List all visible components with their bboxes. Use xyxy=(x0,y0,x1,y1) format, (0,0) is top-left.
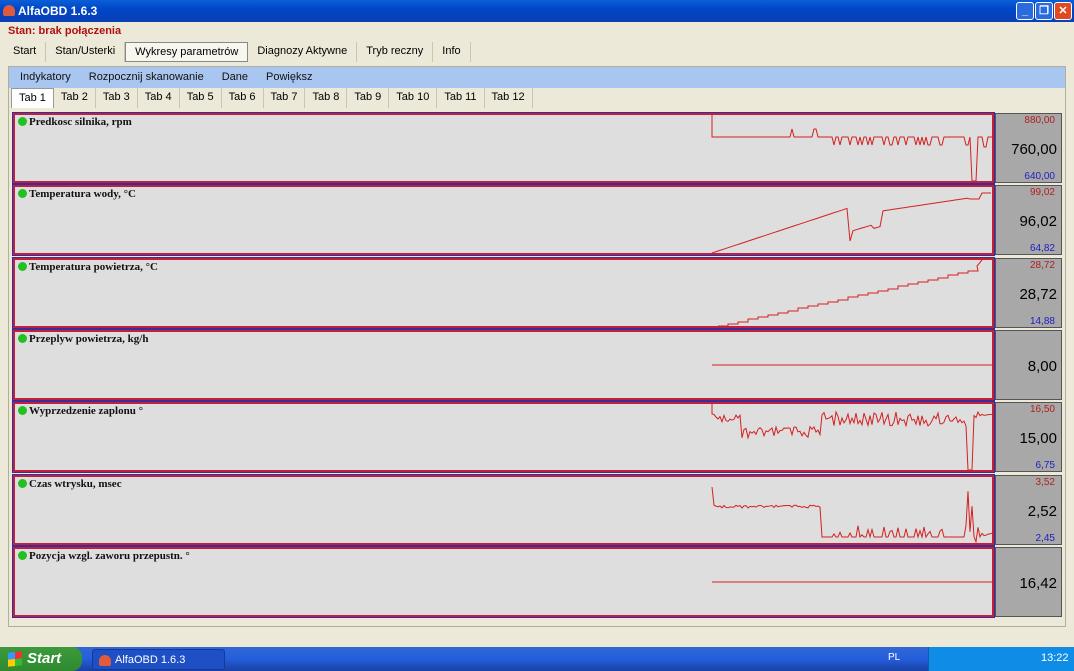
app-icon xyxy=(99,655,111,666)
main-menu-item[interactable]: Start xyxy=(4,42,47,62)
chart-trace xyxy=(718,259,983,326)
chart-panel: Wyprzedzenie zaplonu ° xyxy=(12,401,995,474)
start-label: Start xyxy=(27,650,62,667)
current-value: 16,42 xyxy=(1019,574,1057,592)
chart-panel: Predkosc silnika, rpm xyxy=(12,112,995,184)
maximize-button[interactable]: ❐ xyxy=(1035,2,1053,20)
minimize-button[interactable]: _ xyxy=(1016,2,1034,20)
tab-2[interactable]: Tab 2 xyxy=(54,88,96,108)
close-button[interactable]: ✕ xyxy=(1054,2,1072,20)
trace-line xyxy=(711,115,992,181)
tab-11[interactable]: Tab 11 xyxy=(437,88,485,108)
taskbar: Start AlfaOBD 1.6.3 PL 13:22 xyxy=(0,647,1074,671)
taskbar-app-label: AlfaOBD 1.6.3 xyxy=(115,654,186,666)
tab-10[interactable]: Tab 10 xyxy=(389,88,438,108)
min-value: 14,88 xyxy=(1029,315,1055,327)
min-value: 2,45 xyxy=(1035,532,1055,544)
current-value: 15,00 xyxy=(1019,430,1057,448)
max-value: 99,02 xyxy=(1029,187,1055,199)
chart-panel: Temperatura powietrza, °C xyxy=(12,256,995,329)
min-value: 640,00 xyxy=(1024,171,1055,182)
main-menu-item[interactable]: Info xyxy=(433,42,471,62)
chart-trace xyxy=(711,486,992,543)
chart-panel: Czas wtrysku, msec xyxy=(12,473,995,546)
sub-menu-item[interactable]: Rozpocznij skanowanie xyxy=(80,67,213,88)
system-tray: 13:22 xyxy=(928,647,1074,671)
value-box: 16,50 15,00 6,75 xyxy=(995,402,1062,473)
sub-menu-item[interactable]: Indykatory xyxy=(11,67,80,88)
current-value: 28,72 xyxy=(1019,285,1057,303)
sub-menu-item[interactable]: Dane xyxy=(213,67,257,88)
chart-panel: Przeplyw powietrza, kg/h xyxy=(12,328,995,401)
trace-line xyxy=(711,404,992,471)
main-menu-item[interactable]: Stan/Usterki xyxy=(46,42,126,62)
chart-trace xyxy=(711,192,991,254)
max-value: 3,52 xyxy=(1035,476,1055,488)
max-value: 880,00 xyxy=(1024,115,1055,126)
chart-trace xyxy=(711,404,992,471)
main-menu-item[interactable]: Diagnozy Aktywne xyxy=(248,42,358,62)
chart-trace xyxy=(712,364,992,366)
value-box: 3,52 2,52 2,45 xyxy=(995,474,1062,545)
sub-menu: Indykatory Rozpocznij skanowanie Dane Powię… xyxy=(9,67,1065,88)
main-menu: Start Stan/Usterki Wykresy parametrów Diagn… xyxy=(4,42,471,62)
chart-trace xyxy=(712,581,992,583)
min-value: 64,82 xyxy=(1029,243,1055,255)
value-box: 99,02 96,02 64,82 xyxy=(995,185,1062,256)
language-indicator[interactable]: PL xyxy=(888,652,900,663)
tab-7[interactable]: Tab 7 xyxy=(264,88,306,108)
tab-3[interactable]: Tab 3 xyxy=(96,88,138,108)
clock: 13:22 xyxy=(1041,652,1069,664)
chart-panel: Pozycja wzgl. zaworu przepustn. ° xyxy=(12,545,995,618)
charts-frame: Indykatory Rozpocznij skanowanie Dane Powię… xyxy=(8,66,1066,627)
tab-5[interactable]: Tab 5 xyxy=(180,88,222,108)
current-value: 2,52 xyxy=(1027,502,1057,520)
window-title: AlfaOBD 1.6.3 xyxy=(18,4,98,18)
tab-strip: Tab 1 Tab 2 Tab 3 Tab 4 Tab 5 Tab 6 Tab 7 Tab 8… xyxy=(11,88,533,108)
value-box: 880,00 760,00 640,00 xyxy=(995,113,1062,183)
tab-8[interactable]: Tab 8 xyxy=(305,88,348,108)
min-value: 6,75 xyxy=(1035,460,1055,472)
tab-9[interactable]: Tab 9 xyxy=(347,88,390,108)
max-value: 16,50 xyxy=(1029,404,1055,416)
trace-line xyxy=(711,486,992,543)
start-button[interactable]: Start xyxy=(0,647,82,671)
title-bar: AlfaOBD 1.6.3 _ ❐ ✕ xyxy=(0,0,1074,22)
tab-1[interactable]: Tab 1 xyxy=(11,88,54,108)
max-value: 28,72 xyxy=(1029,259,1055,271)
windows-flag-icon xyxy=(8,651,22,667)
trace-line xyxy=(718,259,983,326)
value-box: 28,72 28,72 14,88 xyxy=(995,257,1062,328)
main-menu-item[interactable]: Wykresy parametrów xyxy=(125,42,249,62)
tab-12[interactable]: Tab 12 xyxy=(485,88,533,108)
current-value: 8,00 xyxy=(1027,357,1057,375)
tab-6[interactable]: Tab 6 xyxy=(222,88,264,108)
sub-menu-item[interactable]: Powiększ xyxy=(257,67,321,88)
trace-line xyxy=(711,192,991,254)
current-value: 96,02 xyxy=(1019,213,1057,231)
taskbar-app-button[interactable]: AlfaOBD 1.6.3 xyxy=(92,649,225,670)
value-box: 16,42 xyxy=(995,546,1062,617)
main-menu-item[interactable]: Tryb reczny xyxy=(357,42,434,62)
chart-trace xyxy=(711,115,992,181)
current-value: 760,00 xyxy=(1011,141,1057,158)
app-icon xyxy=(3,5,15,16)
tab-4[interactable]: Tab 4 xyxy=(138,88,180,108)
connection-status: Stan: brak połączenia xyxy=(8,25,122,37)
value-box: 8,00 xyxy=(995,329,1062,400)
chart-panel: Temperatura wody, °C xyxy=(12,184,995,257)
